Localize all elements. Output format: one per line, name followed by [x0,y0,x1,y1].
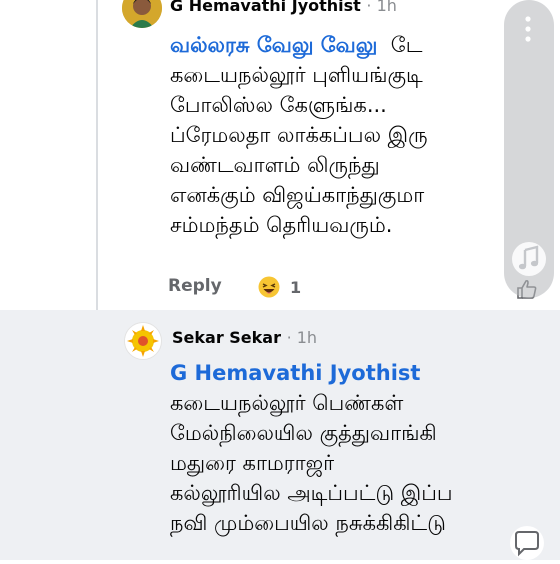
laughing-emoji-icon[interactable] [258,276,280,298]
avatar[interactable] [124,322,162,360]
comment-line: கடையநல்லூர் புளியங்குடி [170,63,423,87]
vertical-dots-icon[interactable] [518,14,538,44]
comment-line: சம்மந்தம் தெரியவரும். [170,213,393,237]
comment-line: வண்டவாளம் லிருந்து [170,153,380,177]
comment-1: G Hemavathi Jyothist · 1h வல்லரசு வேலு வ… [0,0,560,310]
comment-icon[interactable] [510,526,544,560]
comment-line: மதுரை காமராஜர் [170,451,335,475]
avatar[interactable] [122,0,162,28]
comment-author[interactable]: G Hemavathi Jyothist · 1h [170,0,397,15]
comment-author[interactable]: Sekar Sekar · 1h [172,328,317,347]
comment-time: · 1h [286,328,318,347]
reply-button[interactable]: Reply [168,276,222,296]
comment-line: நவி மும்பையில நசுக்கிகிட்டு [170,511,446,535]
comment-line: மேல்நிலையில குத்துவாங்கி [170,421,437,445]
comment-line: டே [390,33,423,57]
comment-body: வல்லரசு வேலு வேலு டே கடையநல்லூர் புளியங்… [170,30,428,240]
comment-line: கல்லூரியில அடிப்பட்டு இப்ப [170,481,453,505]
comment-time: · 1h [366,0,397,15]
comment-line: கடையநல்லூர் பெண்கள் [170,391,404,415]
music-note-icon[interactable] [511,241,547,277]
comment-body: G Hemavathi Jyothist கடையநல்லூர் பெண்கள்… [170,358,452,538]
comment-line: போலிஸ்ல கேளுங்க... [170,93,387,117]
mention-link[interactable]: G Hemavathi Jyothist [170,358,452,388]
comment-line: எனக்கும் விஜய்காந்துகுமா [170,183,425,207]
mention-link[interactable]: வல்லரசு வேலு வேலு [170,33,377,57]
comment-line: ப்ரேமலதா லாக்கப்பல இரு [170,123,428,147]
reaction-count: 1 [290,278,302,297]
